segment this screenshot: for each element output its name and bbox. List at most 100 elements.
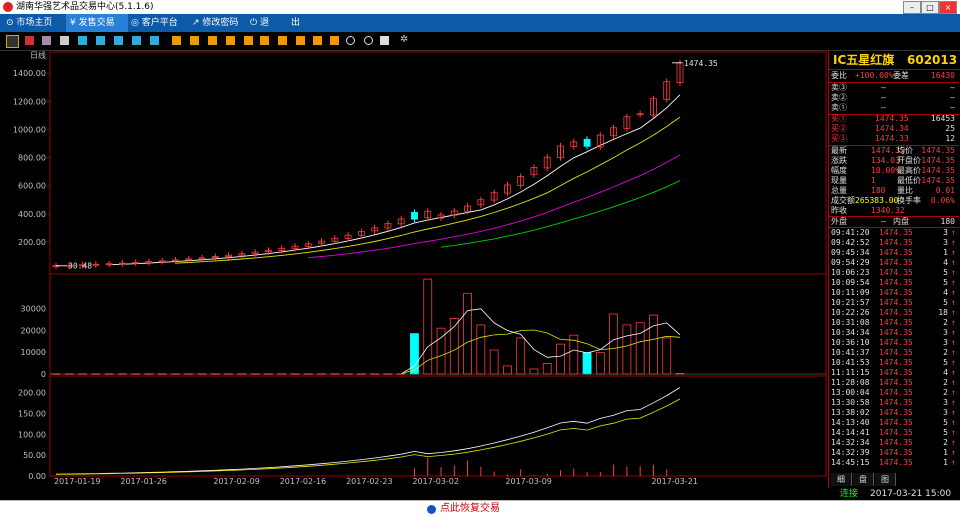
stat-row: 涨跌 134.03 开盘价 1474.35 [829, 156, 957, 166]
last-price-label: 1474.35 [684, 59, 718, 68]
stat-value-2: 1474.35 [921, 166, 955, 175]
up-arrow-icon: ↑ [951, 338, 956, 347]
volume-bar [609, 313, 619, 375]
tick-price: 1474.35 [879, 338, 913, 347]
tick-volume: 5 [943, 268, 948, 277]
volume-bar [542, 363, 552, 375]
up-arrow-icon: ↑ [951, 328, 956, 337]
tick-row: 10:31:08 1474.35 2 ↑ [829, 318, 957, 328]
tick-row: 09:54:29 1474.35 4 ↑ [829, 258, 957, 268]
window-title: 湖南华强艺术品交易中心(5.1.1.6) [16, 2, 154, 12]
candlestick-chart-icon[interactable] [6, 35, 19, 48]
menu-logout[interactable]: ⏻ 退 [250, 14, 278, 32]
tab-chart[interactable]: 图 [875, 473, 896, 486]
connection-status: 连接 [840, 489, 859, 499]
calendar-icon[interactable] [60, 36, 69, 45]
week-icon[interactable] [190, 36, 199, 45]
zoom-in-icon[interactable] [346, 36, 355, 45]
tick-time: 10:34:34 [831, 328, 870, 337]
tick-time: 09:42:52 [831, 238, 870, 247]
stat-value: 1340.32 [871, 206, 905, 215]
chart-toolbar: ✲ [0, 32, 960, 51]
tick-volume: 5 [943, 428, 948, 437]
tick-row: 10:09:54 1474.35 5 ↑ [829, 278, 957, 288]
indicator-2-icon[interactable] [278, 36, 287, 45]
tick-price: 1474.35 [879, 308, 913, 317]
menu-issue-trade[interactable]: ¥ 发售交易 [66, 14, 128, 32]
tick-row: 09:45:34 1474.35 1 ↑ [829, 248, 957, 258]
tick-volume: 4 [943, 288, 948, 297]
menu-client-platform-label: ◎ 客户平台 [131, 18, 178, 28]
y-tick-label: 600.00 [18, 182, 46, 191]
stat-label: 成交额 [831, 196, 855, 205]
x-tick-label: 2017-02-23 [346, 477, 393, 486]
up-arrow-icon: ↑ [951, 298, 956, 307]
gear-icon[interactable]: ✲ [400, 35, 409, 45]
security-name: IC五星红旗 [833, 53, 895, 67]
x-tick-label: 2017-03-09 [505, 477, 552, 486]
period-1-icon[interactable] [78, 36, 87, 45]
menu-exit[interactable]: 出 [291, 14, 311, 32]
season-icon[interactable] [226, 36, 235, 45]
close-button[interactable]: × [939, 1, 957, 14]
tick-row: 14:14:41 1474.35 5 ↑ [829, 428, 957, 438]
tick-row: 10:36:10 1474.35 3 ↑ [829, 338, 957, 348]
indicator-1-icon[interactable] [260, 36, 269, 45]
k-line-chart[interactable]: 200.00 400.00 600.00 800.00 1000.00 1200.00 14… [0, 50, 828, 488]
indicator-3-icon[interactable] [296, 36, 305, 45]
tick-price: 1474.35 [879, 408, 913, 417]
up-arrow-icon: ↑ [951, 458, 956, 467]
tick-row: 11:28:08 1474.35 2 ↑ [829, 378, 957, 388]
menu-change-password[interactable]: ↗ 修改密码 [192, 14, 250, 32]
chart-area[interactable]: 200.00 400.00 600.00 800.00 1000.00 1200.00 14… [0, 50, 828, 488]
bid-label: 买② [831, 124, 847, 133]
line-chart-icon[interactable] [25, 36, 34, 45]
tick-volume: 3 [943, 398, 948, 407]
zoom-out-icon[interactable] [364, 36, 373, 45]
stat-value: 134.03 [871, 156, 900, 165]
volume-ma-line [401, 329, 681, 375]
quote-title-bar: IC五星红旗 602013 [829, 52, 959, 68]
volume-ma-line [400, 308, 681, 375]
tick-row: 10:22:26 1474.35 18 ↑ [829, 308, 957, 318]
bid-row: 买③ 1474.33 12 [829, 134, 957, 144]
indicator-5-icon[interactable] [330, 36, 339, 45]
tick-price: 1474.35 [879, 278, 913, 287]
tab-detail[interactable]: 细 [831, 473, 852, 486]
stat-row: 成交额 265383.00 换手率 0.06% [829, 196, 957, 206]
resume-trading-button[interactable]: 点此恢复交易 [427, 502, 500, 516]
period-30-icon[interactable] [132, 36, 141, 45]
tab-book[interactable]: 盘 [853, 473, 874, 486]
period-15-icon[interactable] [114, 36, 123, 45]
day-icon[interactable] [172, 36, 181, 45]
menu-change-password-label: ↗ 修改密码 [192, 18, 239, 28]
edit-icon[interactable] [380, 36, 389, 45]
menu-market-home[interactable]: ⊙ 市场主页 [6, 14, 64, 32]
tick-time: 11:28:08 [831, 378, 870, 387]
indicator-4-icon[interactable] [313, 36, 322, 45]
year-icon[interactable] [244, 36, 253, 45]
month-icon[interactable] [208, 36, 217, 45]
period-5-icon[interactable] [96, 36, 105, 45]
tick-price: 1474.35 [879, 398, 913, 407]
draw-tool-icon[interactable] [42, 36, 51, 45]
period-60-icon[interactable] [150, 36, 159, 45]
minimize-button[interactable]: – [903, 1, 921, 14]
up-arrow-icon: ↑ [951, 408, 956, 417]
menu-market-home-label: ⊙ 市场主页 [6, 18, 53, 28]
volume-bar [463, 292, 472, 375]
bid-price: 1474.33 [875, 134, 909, 143]
tick-volume: 3 [943, 228, 948, 237]
volume-bar [529, 368, 539, 375]
ask-price: — [881, 83, 886, 92]
tick-volume: 1 [943, 448, 948, 457]
up-arrow-icon: ↑ [951, 278, 956, 287]
bid-price: 1474.35 [875, 114, 909, 123]
stat-value: 10.00% [871, 166, 900, 175]
tick-time: 10:36:10 [831, 338, 870, 347]
maximize-button[interactable]: □ [921, 1, 939, 14]
up-arrow-icon: ↑ [951, 428, 956, 437]
up-arrow-icon: ↑ [951, 378, 956, 387]
menu-client-platform[interactable]: ◎ 客户平台 [131, 14, 189, 32]
tick-row: 13:38:02 1474.35 3 ↑ [829, 408, 957, 418]
